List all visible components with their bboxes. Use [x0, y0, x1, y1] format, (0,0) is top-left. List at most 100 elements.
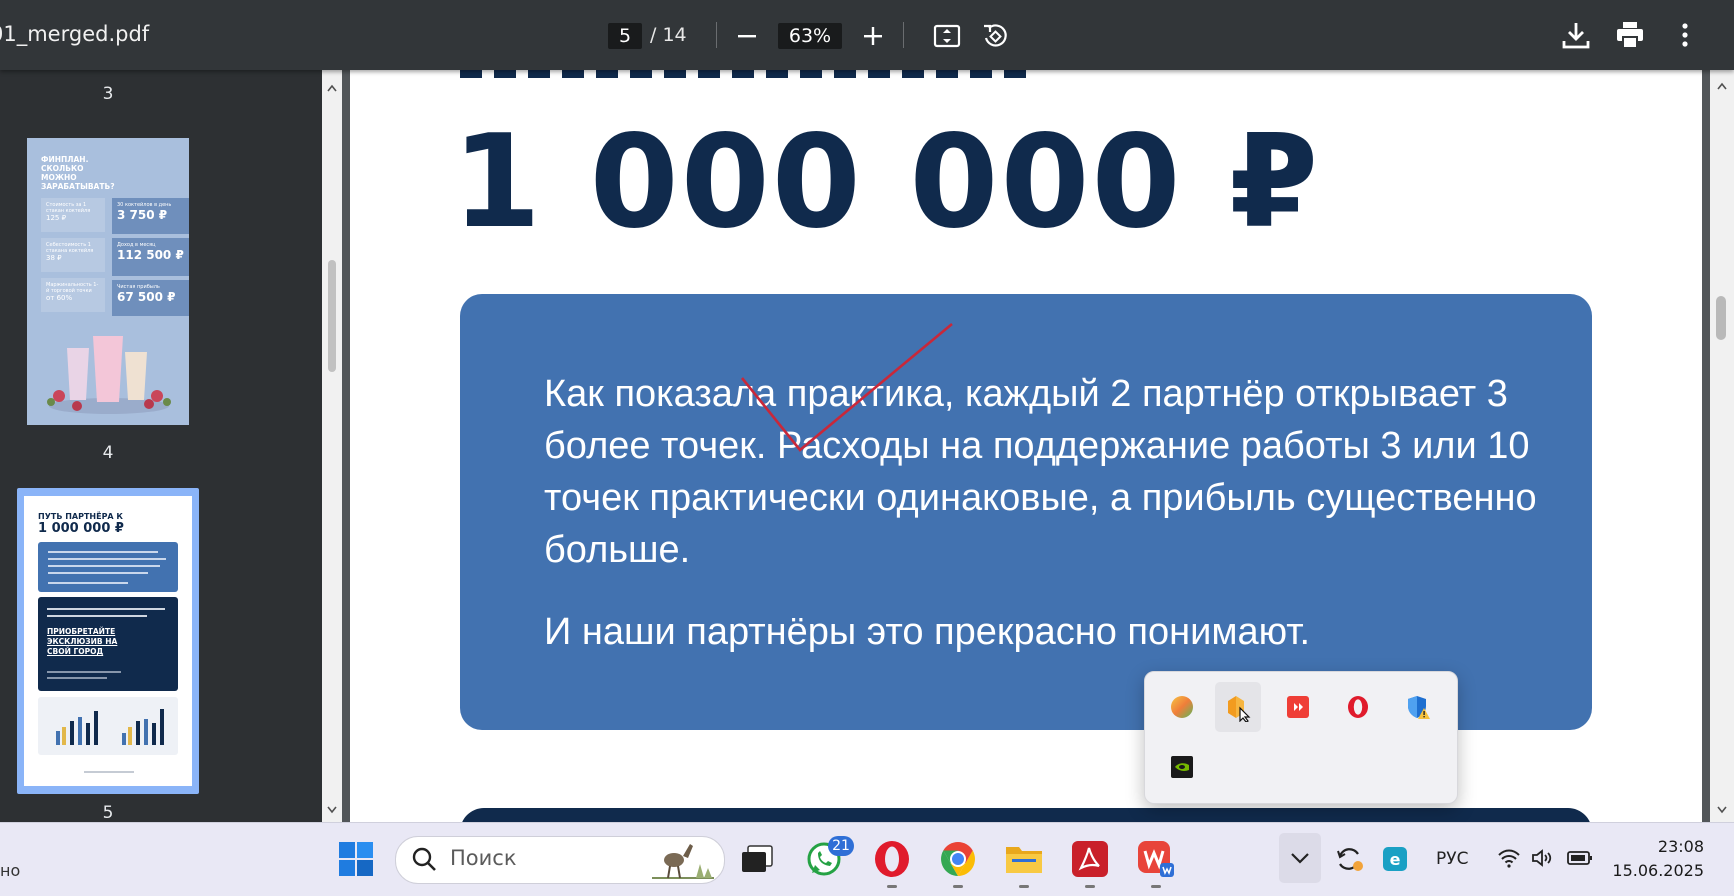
big-amount-heading: 1 000 000 ₽ — [452, 108, 1321, 257]
tray-app-color[interactable] — [1159, 682, 1205, 732]
start-button[interactable] — [332, 835, 380, 883]
scroll-up-icon[interactable] — [327, 84, 337, 92]
thumb4-cell: Чистая прибыль 67 500 ₽ — [112, 280, 189, 316]
windows-taskbar — [0, 822, 1734, 896]
battery-icon[interactable] — [1567, 850, 1593, 866]
wifi-icon[interactable] — [1497, 848, 1521, 868]
thumb5-footer — [84, 771, 134, 773]
taskbar-wps[interactable] — [1132, 835, 1180, 883]
heading-cutoff — [460, 70, 1030, 78]
tray-app-opera[interactable] — [1335, 682, 1381, 732]
thumbnail-page-4[interactable]: ФИНПЛАН. СКОЛЬКО МОЖНО ЗАРАБАТЫВАТЬ? Сто… — [27, 138, 189, 425]
more-actions-button[interactable] — [1669, 19, 1701, 51]
download-button[interactable] — [1560, 19, 1592, 51]
volume-icon[interactable] — [1531, 848, 1555, 868]
folder-icon — [1006, 847, 1042, 873]
running-indicator — [953, 885, 963, 888]
clock-date[interactable]: 15.06.2025 — [1600, 861, 1704, 880]
more-vertical-icon — [1682, 23, 1688, 47]
thumbnail-label-4: 4 — [102, 443, 114, 463]
viewer-scrollbar[interactable] — [1710, 70, 1734, 822]
scroll-down-icon[interactable] — [1717, 806, 1727, 814]
search-icon — [412, 847, 436, 871]
thumb4-cell-value: 112 500 ₽ — [117, 248, 184, 262]
sync-icon — [1337, 848, 1363, 871]
minus-icon — [738, 35, 756, 38]
nvidia-icon — [1171, 756, 1193, 778]
taskbar-file-explorer[interactable] — [1000, 835, 1048, 883]
chevron-down-icon — [1291, 853, 1309, 864]
print-icon — [1617, 22, 1643, 49]
defender-warning-icon — [1408, 696, 1430, 719]
thumb5-dark-box: ПРИОБРЕТАЙТЕ ЭКСКЛЮЗИВ НА СВОЙ ГОРОД — [38, 597, 178, 691]
thumbnail-label-5: 5 — [102, 803, 114, 823]
thumb5-charts-box — [38, 697, 178, 755]
thumb4-cell: Доход в месяц 112 500 ₽ — [112, 238, 189, 276]
tray-overflow-button[interactable] — [1279, 833, 1321, 883]
thumb4-cell-value: 67 500 ₽ — [117, 290, 176, 304]
pdf-toolbar: 01_merged.pdf 5 / 14 63% — [0, 0, 1734, 70]
zoom-in-button[interactable] — [857, 20, 889, 52]
smoothie-cups-illustration — [47, 336, 171, 414]
rotate-button[interactable] — [979, 20, 1011, 52]
sidebar-scrollbar[interactable] — [322, 70, 342, 822]
search-highlight-icon — [652, 844, 714, 879]
zoom-out-button[interactable] — [731, 20, 763, 52]
thumb5-cta: ПРИОБРЕТАЙТЕ ЭКСКЛЮЗИВ НА СВОЙ ГОРОД — [47, 627, 118, 656]
tray-app-defender[interactable] — [1395, 682, 1441, 732]
thumb4-cell: 30 коктейлов в день 3 750 ₽ — [112, 198, 189, 234]
acrobat-icon — [1072, 841, 1108, 877]
rotate-icon — [984, 24, 1007, 47]
task-view-icon — [742, 845, 773, 872]
thumb5-amount: 1 000 000 ₽ — [38, 521, 124, 536]
thumb4-cell-value: 125 ₽ — [46, 214, 67, 222]
taskbar-task-view[interactable] — [733, 835, 781, 883]
running-indicator — [1019, 885, 1029, 888]
thumb4-cell-label: Доход в месяц — [117, 242, 156, 248]
taskbar-chrome[interactable] — [934, 835, 982, 883]
thumbnail-page-5-selected[interactable]: ПУТЬ ПАРТНЁРА К 1 000 000 ₽ ПРИОБРЕТАЙТЕ… — [17, 488, 199, 794]
zoom-level-input[interactable]: 63% — [778, 23, 842, 49]
toolbar-divider — [903, 22, 904, 48]
tray-e-app[interactable]: e — [1371, 835, 1419, 883]
thumb4-title: ФИНПЛАН. СКОЛЬКО МОЖНО ЗАРАБАТЫВАТЬ? — [41, 155, 115, 191]
page-number-input[interactable]: 5 — [608, 23, 642, 49]
thumb4-cell-label: Чистая прибыль — [117, 284, 160, 290]
plus-icon — [864, 27, 882, 45]
print-button[interactable] — [1614, 19, 1646, 51]
thumb4-cell-label: Стоимость за 1 стакан коктейля — [46, 202, 91, 214]
thumb5-blue-box — [38, 542, 178, 592]
taskbar-acrobat[interactable] — [1066, 835, 1114, 883]
paragraph-partners: И наши партнёры это прекрасно понимают. — [544, 611, 1311, 653]
running-indicator — [1151, 885, 1161, 888]
red-check-annotation — [740, 322, 953, 452]
running-indicator — [1085, 885, 1095, 888]
scroll-down-icon[interactable] — [327, 806, 337, 814]
thumb4-cell-label: 30 коктейлов в день — [117, 202, 172, 208]
search-placeholder: Поиск — [450, 846, 517, 870]
e-app-icon: e — [1383, 847, 1407, 871]
thumb4-cell-value: 3 750 ₽ — [117, 208, 168, 222]
tray-app-audio[interactable] — [1215, 682, 1261, 732]
audio-app-icon — [1228, 696, 1251, 722]
input-language[interactable]: РУС — [1436, 849, 1468, 869]
download-icon — [1562, 23, 1590, 49]
sidebar-scroll-thumb[interactable] — [328, 260, 336, 372]
viewer-scroll-thumb[interactable] — [1716, 296, 1726, 340]
file-name: 01_merged.pdf — [0, 22, 150, 46]
tray-app-nvidia[interactable] — [1159, 742, 1205, 792]
tray-overflow-popup — [1144, 671, 1458, 804]
tray-sync[interactable] — [1325, 835, 1373, 883]
whatsapp-badge: 21 — [828, 836, 854, 856]
clock-time[interactable]: 23:08 — [1620, 837, 1704, 856]
anydesk-icon — [1287, 696, 1309, 718]
taskbar-opera[interactable] — [868, 835, 916, 883]
color-circle-icon — [1171, 696, 1193, 718]
fit-page-button[interactable] — [931, 20, 963, 52]
scroll-up-icon[interactable] — [1717, 82, 1727, 90]
paragraph-practice: Как показала практика, каждый 2 партнёр … — [544, 373, 1537, 571]
page-total: / 14 — [650, 24, 687, 46]
thumb4-cell-label: Себестоимость 1 стакана коктейля — [46, 242, 94, 254]
thumb4-cell: Стоимость за 1 стакан коктейля 125 ₽ — [41, 198, 105, 232]
tray-app-anydesk[interactable] — [1275, 682, 1321, 732]
